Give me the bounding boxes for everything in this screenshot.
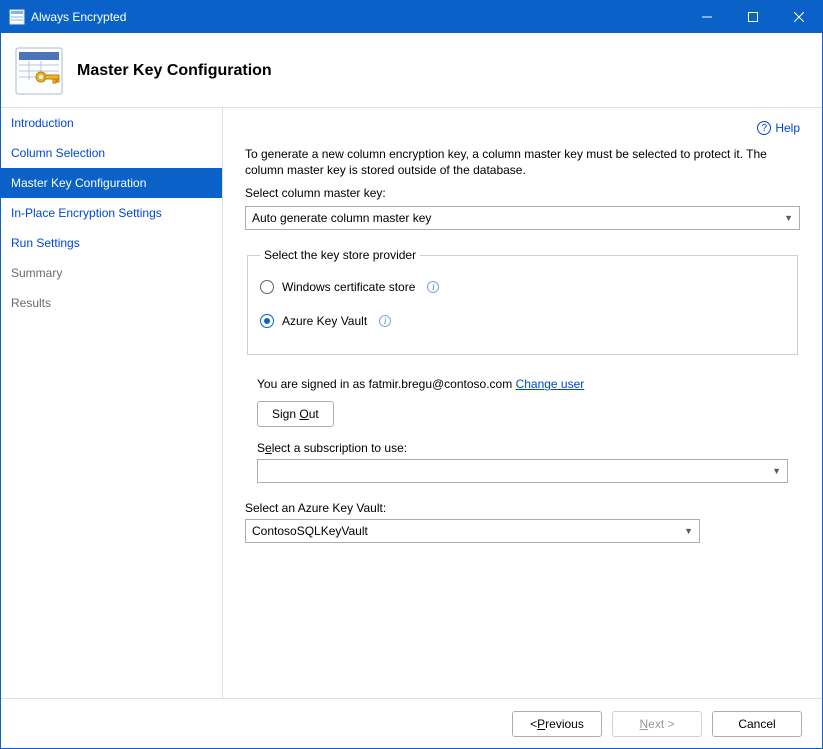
sidebar-item-master-key-configuration[interactable]: Master Key Configuration <box>1 168 222 198</box>
radio-windows-label: Windows certificate store <box>282 280 415 294</box>
select-cmk-value: Auto generate column master key <box>252 211 431 225</box>
signed-in-text: You are signed in as fatmir.bregu@contos… <box>257 377 800 391</box>
radio-akv-label: Azure Key Vault <box>282 314 367 328</box>
subscription-label: Select a subscription to use: <box>257 441 800 455</box>
sidebar-item-in-place-encryption[interactable]: In-Place Encryption Settings <box>1 198 222 228</box>
vault-value: ContosoSQLKeyVault <box>252 524 368 538</box>
select-cmk-dropdown[interactable]: Auto generate column master key ▼ <box>245 206 800 230</box>
vault-dropdown[interactable]: ContosoSQLKeyVault ▼ <box>245 519 700 543</box>
sign-out-button[interactable]: Sign Out <box>257 401 334 427</box>
signed-in-block: You are signed in as fatmir.bregu@contos… <box>245 377 800 483</box>
window: Always Encrypted <box>0 0 823 749</box>
change-user-link[interactable]: Change user <box>516 377 585 391</box>
sidebar-item-introduction[interactable]: Introduction <box>1 108 222 138</box>
provider-legend: Select the key store provider <box>260 248 420 262</box>
info-icon[interactable]: i <box>427 281 439 293</box>
header: Master Key Configuration <box>1 33 822 108</box>
cancel-button[interactable]: Cancel <box>712 711 802 737</box>
minimize-button[interactable] <box>684 1 730 33</box>
window-title: Always Encrypted <box>31 10 684 24</box>
signed-in-prefix: You are signed in as fatmir.bregu@contos… <box>257 377 516 391</box>
header-key-icon <box>15 47 63 95</box>
info-icon[interactable]: i <box>379 315 391 327</box>
footer: < Previous Next > Cancel <box>1 698 822 748</box>
close-button[interactable] <box>776 1 822 33</box>
maximize-button[interactable] <box>730 1 776 33</box>
help-label: Help <box>775 121 800 135</box>
subscription-dropdown[interactable]: ▼ <box>257 459 788 483</box>
radio-icon <box>260 314 274 328</box>
app-icon <box>9 9 25 25</box>
sidebar-item-run-settings[interactable]: Run Settings <box>1 228 222 258</box>
previous-button[interactable]: < Previous <box>512 711 602 737</box>
sidebar-item-results: Results <box>1 288 222 318</box>
next-button: Next > <box>612 711 702 737</box>
sidebar-item-summary: Summary <box>1 258 222 288</box>
page-title: Master Key Configuration <box>77 62 272 80</box>
main-panel: ? Help To generate a new column encrypti… <box>223 108 822 698</box>
help-icon: ? <box>757 121 771 135</box>
titlebar: Always Encrypted <box>1 1 822 33</box>
radio-icon <box>260 280 274 294</box>
chevron-down-icon: ▼ <box>784 213 793 223</box>
intro-text: To generate a new column encryption key,… <box>245 146 800 178</box>
provider-fieldset: Select the key store provider Windows ce… <box>247 248 798 355</box>
chevron-down-icon: ▼ <box>684 526 693 536</box>
content-area: Introduction Column Selection Master Key… <box>1 108 822 698</box>
radio-windows-cert-store[interactable]: Windows certificate store i <box>260 280 785 294</box>
sidebar: Introduction Column Selection Master Key… <box>1 108 223 698</box>
sidebar-item-column-selection[interactable]: Column Selection <box>1 138 222 168</box>
select-cmk-label: Select column master key: <box>245 186 800 200</box>
radio-azure-key-vault[interactable]: Azure Key Vault i <box>260 314 785 328</box>
chevron-down-icon: ▼ <box>772 466 781 476</box>
vault-label: Select an Azure Key Vault: <box>245 501 800 515</box>
help-link[interactable]: ? Help <box>245 118 800 138</box>
